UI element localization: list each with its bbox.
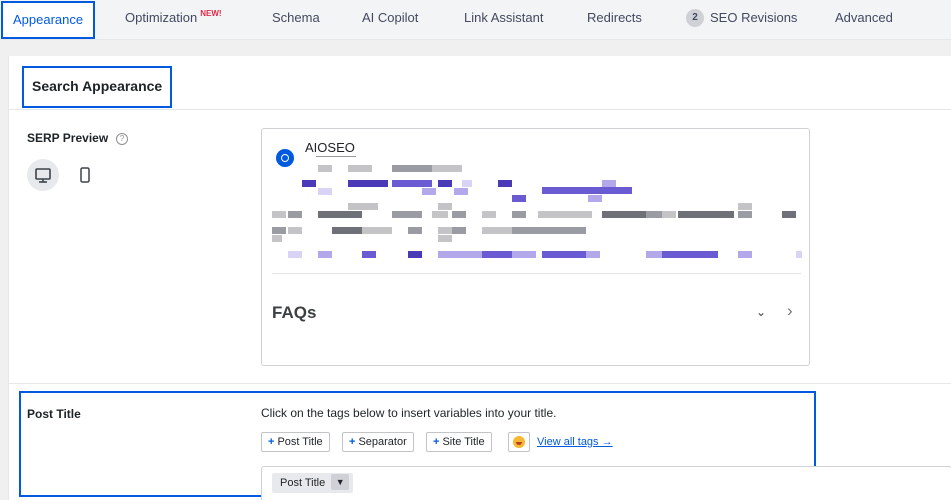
tag-label: Separator — [358, 436, 407, 448]
tab-seo-revisions-label: SEO Revisions — [710, 10, 798, 25]
tab-optimization-label: Optimization — [125, 10, 198, 25]
tab-ai-copilot[interactable]: AI Copilot — [362, 0, 418, 38]
tab-optimization[interactable]: Optimization NEW! — [125, 0, 222, 38]
add-post-title-tag-button[interactable]: + Post Title — [261, 432, 330, 452]
post-title-instructions: Click on the tags below to insert variab… — [261, 406, 557, 420]
post-title-tag-chip[interactable]: Post Title ▼ — [272, 473, 354, 493]
divider — [9, 383, 951, 384]
post-title-label: Post Title — [27, 407, 81, 421]
serp-preview: AIOSEO FAQs ⌄ › — [261, 128, 810, 366]
search-appearance-card: Search Appearance SERP Preview ? AIOSEO — [8, 56, 951, 500]
tab-appearance[interactable]: Appearance — [1, 1, 96, 39]
serp-preview-label: SERP Preview — [27, 131, 109, 145]
chevron-down-icon[interactable]: ▼ — [331, 474, 350, 491]
desktop-preview-button[interactable] — [27, 159, 59, 191]
divider — [9, 109, 951, 110]
section-title: Search Appearance — [22, 66, 173, 108]
tab-schema[interactable]: Schema — [272, 0, 320, 38]
plus-icon: + — [349, 436, 356, 448]
tag-label: Post Title — [277, 436, 323, 448]
tag-chip-label: Post Title — [280, 477, 326, 489]
site-favicon-icon — [276, 149, 294, 167]
mobile-preview-button[interactable] — [69, 159, 101, 191]
help-icon[interactable]: ? — [116, 133, 128, 145]
new-badge: NEW! — [200, 9, 222, 18]
serp-url-line — [316, 156, 356, 157]
tab-advanced[interactable]: Advanced — [835, 0, 893, 38]
tab-link-assistant[interactable]: Link Assistant — [464, 0, 544, 38]
add-site-title-tag-button[interactable]: + Site Title — [426, 432, 492, 452]
tab-redirects[interactable]: Redirects — [587, 0, 642, 38]
tab-seo-revisions[interactable]: 2 SEO Revisions — [686, 0, 797, 38]
plus-icon: + — [268, 436, 275, 448]
tab-bar: Appearance Optimization NEW! Schema AI Co… — [0, 0, 951, 40]
divider — [272, 273, 801, 274]
desktop-icon — [35, 168, 51, 183]
add-separator-tag-button[interactable]: + Separator — [342, 432, 414, 452]
emoji-icon — [513, 436, 525, 448]
emoji-button[interactable] — [508, 432, 530, 452]
faq-heading: FAQs — [272, 303, 317, 322]
post-title-editor[interactable]: Post Title ▼ — [261, 466, 951, 500]
plus-icon: + — [433, 436, 440, 448]
tag-label: Site Title — [442, 436, 485, 448]
serp-site-name: AIOSEO — [305, 140, 355, 155]
revision-count-badge: 2 — [686, 8, 704, 27]
view-all-tags-link[interactable]: View all tags → — [537, 436, 613, 448]
chevron-down-icon[interactable]: ⌄ — [756, 305, 766, 319]
chevron-right-icon[interactable]: › — [787, 301, 793, 321]
mobile-icon — [80, 167, 90, 183]
